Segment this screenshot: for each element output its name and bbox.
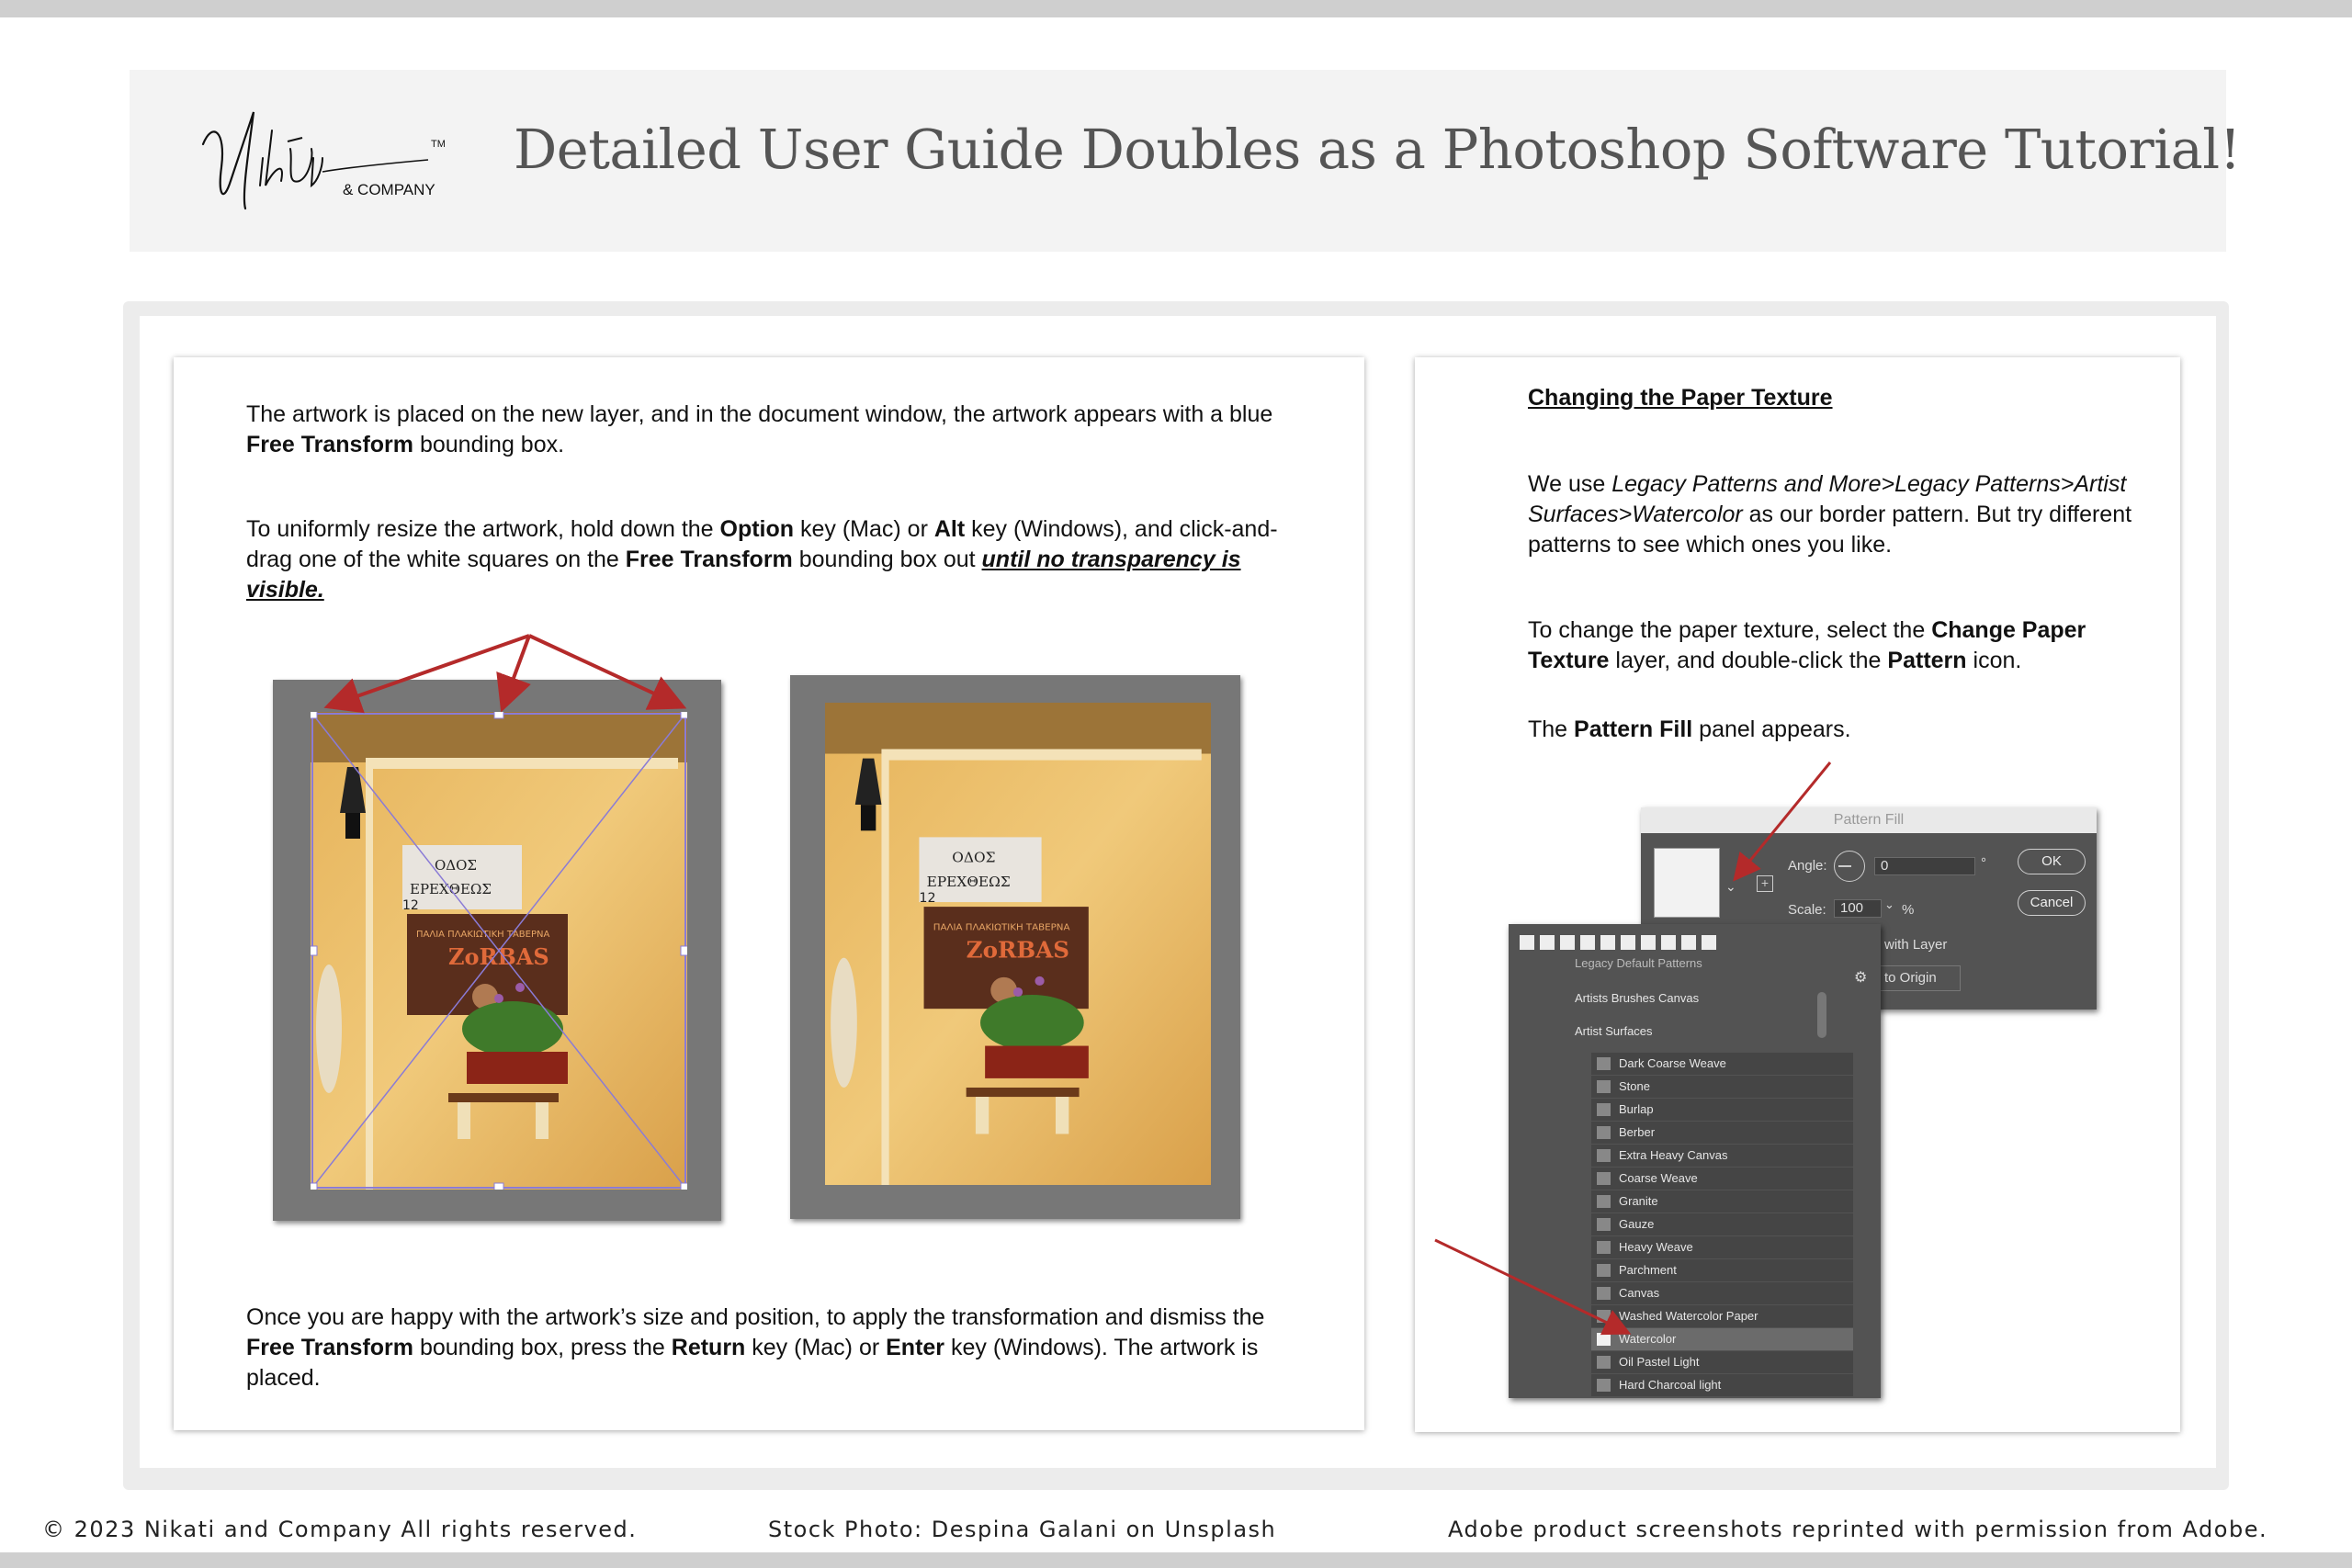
- section-heading: Changing the Paper Texture: [1528, 385, 1833, 411]
- brand-subtitle: & COMPANY: [343, 181, 435, 198]
- paragraph-free-transform: The artwork is placed on the new layer, …: [246, 400, 1312, 460]
- degree-symbol: °: [1981, 855, 1986, 871]
- page-title: Detailed User Guide Doubles as a Photosh…: [514, 118, 2241, 181]
- link-with-layer-label[interactable]: with Layer: [1884, 937, 1947, 953]
- svg-text:ΠΑΛΙΑ ΠΛΑΚΙΩΤΙΚΗ ΤΑΒΕΡΝΑ: ΠΑΛΙΑ ΠΛΑΚΙΩΤΙΚΗ ΤΑΒΕΡΝΑ: [933, 922, 1070, 932]
- svg-text:ZoRBAS: ZoRBAS: [448, 943, 549, 970]
- snap-to-origin-button[interactable]: to Origin: [1878, 965, 1961, 991]
- svg-text:ZoRBAS: ZoRBAS: [967, 937, 1069, 964]
- svg-text:12: 12: [919, 891, 935, 906]
- paragraph-change-texture: To change the paper texture, select the …: [1528, 617, 2086, 673]
- arrow-to-watercolor: [1434, 1238, 1632, 1336]
- paragraph-pattern: We use Legacy Patterns and More>Legacy P…: [1528, 471, 2132, 558]
- paragraph-apply-transform: Once you are happy with the artwork’s si…: [246, 1304, 1265, 1391]
- scale-dropdown-icon[interactable]: ⌄: [1884, 897, 1894, 912]
- gear-icon[interactable]: ⚙: [1854, 968, 1867, 987]
- panel-callout-arrows: [1434, 761, 1832, 1336]
- pattern-list-item[interactable]: Oil Pastel Light: [1591, 1351, 1853, 1373]
- svg-text:ΕΡΕΧΘΕΩΣ: ΕΡΕΧΘΕΩΣ: [927, 874, 1011, 890]
- bold-text: Free Transform: [246, 432, 414, 457]
- pattern-name: Hard Charcoal light: [1619, 1378, 1722, 1392]
- top-border: [0, 0, 2352, 17]
- paragraph-panel-appears: The Pattern Fill panel appears.: [1528, 716, 1851, 742]
- cancel-button[interactable]: Cancel: [2018, 890, 2086, 916]
- arrow-left: [323, 634, 530, 714]
- artwork-photo-before: ΟΔΟΣ ΕΡΕΧΘΕΩΣ 12 ΠΑΛΙΑ ΠΛΑΚΙΩΤΙΚΗ ΤΑΒΕΡΝ…: [311, 712, 687, 1190]
- arrow-to-swatch: [1733, 761, 1832, 882]
- pattern-name: Oil Pastel Light: [1619, 1355, 1700, 1369]
- arrow-middle: [496, 635, 531, 713]
- page-header: TM & COMPANY Detailed User Guide Doubles…: [130, 70, 2241, 252]
- stock-photo-credit: Stock Photo: Despina Galani on Unsplash: [768, 1517, 1277, 1542]
- artwork-photo-after: ΟΔΟΣ ΕΡΕΧΘΕΩΣ 12 ΠΑΛΙΑ ΠΛΑΚΙΩΤΙΚΗ ΤΑΒΕΡΝ…: [825, 703, 1211, 1185]
- svg-text:ΟΔΟΣ: ΟΔΟΣ: [435, 857, 477, 874]
- adobe-credit: Adobe product screenshots reprinted with…: [1448, 1517, 2268, 1542]
- copyright-text: © 2023 Nikati and Company All rights res…: [42, 1517, 638, 1542]
- trademark-text: TM: [431, 139, 446, 150]
- text-line: The artwork is placed on the new layer, …: [246, 401, 1273, 427]
- bottom-border: [0, 1552, 2352, 1568]
- pattern-thumbnail: [1597, 1356, 1611, 1369]
- arrow-right: [528, 634, 687, 710]
- ok-button[interactable]: OK: [2018, 849, 2086, 874]
- svg-text:12: 12: [402, 898, 419, 913]
- brand-logo: TM & COMPANY: [201, 111, 446, 210]
- angle-input[interactable]: 0: [1874, 857, 1975, 875]
- paragraph-resize: To uniformly resize the artwork, hold do…: [246, 516, 1278, 603]
- svg-text:ΟΔΟΣ: ΟΔΟΣ: [952, 850, 995, 866]
- percent-symbol: %: [1902, 902, 1915, 918]
- pattern-thumbnail: [1597, 1379, 1611, 1392]
- callout-arrows: [323, 634, 687, 714]
- pattern-list-item[interactable]: Hard Charcoal light: [1591, 1374, 1853, 1396]
